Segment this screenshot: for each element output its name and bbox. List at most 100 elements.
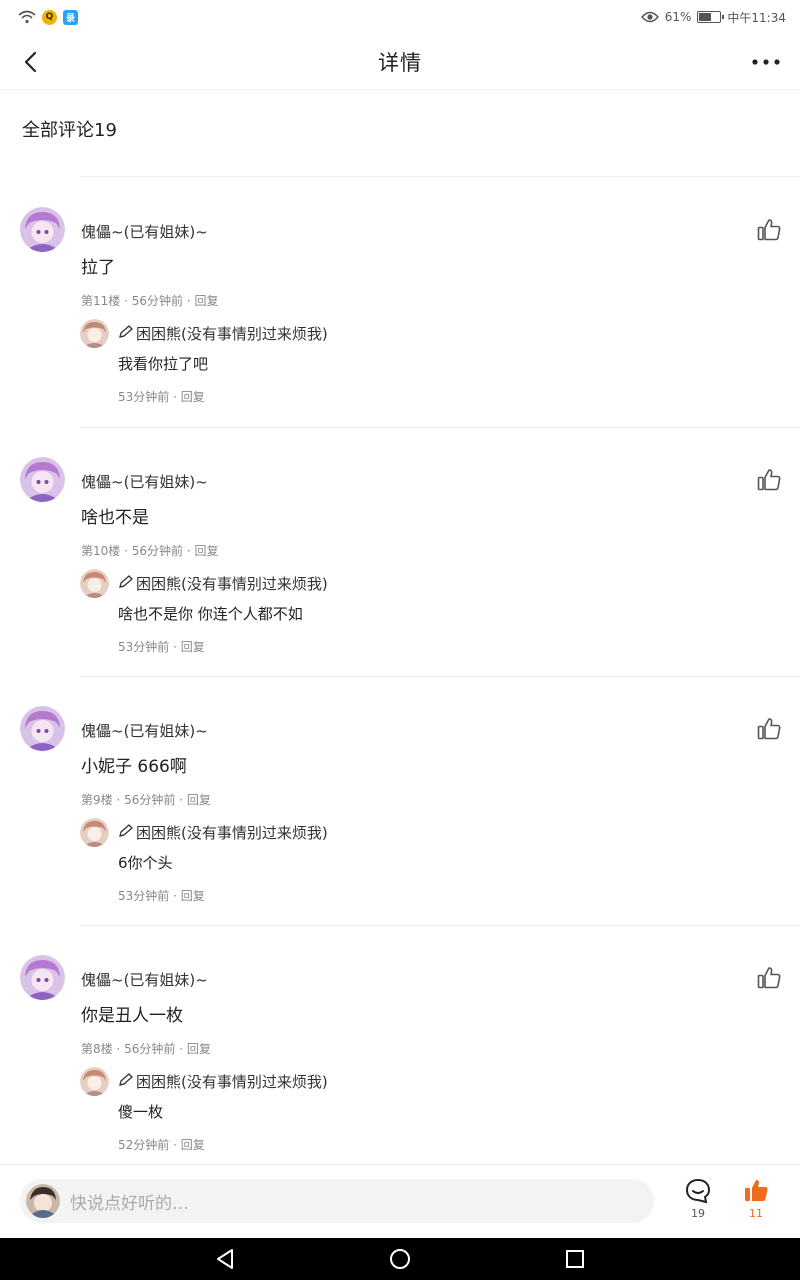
header: 详情 <box>0 34 800 90</box>
comment-item: 傀儡~(已有姐妹)~ 啥也不是第10楼 · 56分钟前 · 回复困困熊(没有事情别… <box>0 427 800 667</box>
replier-name-row: 困困熊(没有事情别过来烦我) <box>118 1071 328 1092</box>
like-button[interactable] <box>756 965 782 991</box>
comment-item: 傀儡~(已有姐妹)~ 小妮子 666啊第9楼 · 56分钟前 · 回复困困熊(没有… <box>0 676 800 916</box>
reply-link[interactable]: 回复 <box>187 1042 211 1056</box>
thumbs-up-icon <box>756 967 782 995</box>
comment-item: 傀儡~(已有姐妹)~ 你是丑人一枚第8楼 · 56分钟前 · 回复困困熊(没有事情… <box>0 925 800 1165</box>
reply-text: 6你个头 <box>118 854 173 872</box>
replier-avatar[interactable] <box>80 1067 109 1096</box>
like-count: 11 <box>749 1207 763 1220</box>
reply-time: 53分钟前 <box>118 390 170 404</box>
reply-text: 傻一枚 <box>118 1103 164 1121</box>
comment-time: 56分钟前 <box>131 544 184 558</box>
comment-count: 19 <box>691 1207 705 1220</box>
reply-text: 我看你拉了吧 <box>118 355 209 373</box>
comment-floor: 第8楼 <box>81 1042 113 1056</box>
commenter-avatar[interactable] <box>20 955 65 1000</box>
like-button[interactable] <box>756 217 782 243</box>
replier-avatar[interactable] <box>80 319 109 348</box>
reply-link[interactable]: 回复 <box>181 1138 205 1152</box>
commenter-avatar[interactable] <box>20 207 65 252</box>
battery-icon <box>697 11 725 23</box>
like-action-button[interactable]: 11 <box>736 1177 776 1227</box>
status-left: Q 录 <box>18 9 78 25</box>
replier-name[interactable]: 困困熊(没有事情别过来烦我) <box>136 573 328 594</box>
comment-text: 啥也不是 <box>81 508 149 528</box>
comment-time: 56分钟前 <box>124 793 176 807</box>
reply-link[interactable]: 回复 <box>187 793 211 807</box>
replier-avatar[interactable] <box>80 569 109 598</box>
replier-name-row: 困困熊(没有事情别过来烦我) <box>118 822 328 843</box>
reply-link[interactable]: 回复 <box>181 390 205 404</box>
reply-meta: 53分钟前 · 回复 <box>118 390 205 404</box>
reply-link[interactable]: 回复 <box>194 544 218 558</box>
like-button[interactable] <box>756 467 782 493</box>
thumbs-up-icon <box>756 718 782 746</box>
nav-recents-button[interactable] <box>563 1247 587 1271</box>
comment-item: 傀儡~(已有姐妹)~ 拉了第11楼 · 56分钟前 · 回复困困熊(没有事情别过来… <box>0 177 800 417</box>
back-arrow-icon <box>24 51 37 73</box>
comment-input[interactable]: 快说点好听的… <box>20 1179 654 1223</box>
commenter-avatar[interactable] <box>20 457 65 502</box>
commenter-name[interactable]: 傀儡~(已有姐妹)~ <box>81 221 208 242</box>
comment-meta: 第8楼 · 56分钟前 · 回复 <box>81 1042 211 1056</box>
commenter-name[interactable]: 傀儡~(已有姐妹)~ <box>81 969 208 990</box>
status-bar: Q 录 61% 中午11:34 <box>0 0 800 34</box>
reply-time: 53分钟前 <box>118 640 170 654</box>
wifi-icon <box>18 10 36 24</box>
reply-meta: 53分钟前 · 回复 <box>118 889 205 903</box>
reply-meta: 52分钟前 · 回复 <box>118 1138 205 1152</box>
comment-action-button[interactable]: 19 <box>678 1177 718 1227</box>
system-nav-bar <box>0 1238 800 1280</box>
comment-input-placeholder: 快说点好听的… <box>70 1193 189 1214</box>
like-button[interactable] <box>756 716 782 742</box>
reply-link[interactable]: 回复 <box>181 640 205 654</box>
more-options-button[interactable] <box>746 46 786 78</box>
back-button[interactable] <box>14 46 46 78</box>
app-blue-icon: 录 <box>63 9 78 25</box>
reply-time: 52分钟前 <box>118 1138 170 1152</box>
thumbs-up-filled-icon <box>745 1180 768 1201</box>
comment-meta: 第11楼 · 56分钟前 · 回复 <box>81 294 219 308</box>
triangle-back-icon <box>217 1249 233 1269</box>
comment-time: 56分钟前 <box>131 294 184 308</box>
comment-text: 小妮子 666啊 <box>81 757 187 777</box>
battery-fill <box>699 13 712 21</box>
pencil-icon <box>118 574 134 593</box>
commenter-avatar[interactable] <box>20 706 65 751</box>
replier-avatar[interactable] <box>80 818 109 847</box>
comment-meta: 第9楼 · 56分钟前 · 回复 <box>81 793 211 807</box>
thumbs-up-icon <box>756 469 782 497</box>
reply-meta: 53分钟前 · 回复 <box>118 640 205 654</box>
replier-name[interactable]: 困困熊(没有事情别过来烦我) <box>136 1071 328 1092</box>
replier-name-row: 困困熊(没有事情别过来烦我) <box>118 573 328 594</box>
comment-time: 56分钟前 <box>124 1042 176 1056</box>
square-recents-icon <box>566 1250 584 1268</box>
reply-time: 53分钟前 <box>118 889 170 903</box>
pencil-icon <box>118 1072 134 1091</box>
nav-back-button[interactable] <box>213 1247 237 1271</box>
comment-bubble-icon <box>685 1178 711 1204</box>
comment-meta: 第10楼 · 56分钟前 · 回复 <box>81 544 219 558</box>
comment-floor: 第10楼 <box>81 544 121 558</box>
reply-item: 困困熊(没有事情别过来烦我) 我看你拉了吧 53分钟前 · 回复 <box>80 317 780 417</box>
thumbs-up-icon <box>756 219 782 247</box>
status-time: 中午11:34 <box>727 10 786 25</box>
nav-home-button[interactable] <box>388 1247 412 1271</box>
pencil-icon <box>118 324 134 343</box>
replier-name[interactable]: 困困熊(没有事情别过来烦我) <box>136 323 328 344</box>
reply-text: 啥也不是你 你连个人都不如 <box>118 605 303 623</box>
comment-text: 拉了 <box>81 258 115 278</box>
circle-home-icon <box>390 1249 410 1269</box>
battery-percent: 61% <box>664 10 692 24</box>
status-right: 61% 中午11:34 <box>640 9 786 26</box>
commenter-name[interactable]: 傀儡~(已有姐妹)~ <box>81 720 208 741</box>
page-title: 详情 <box>378 50 422 75</box>
pencil-icon <box>118 823 134 842</box>
reply-item: 困困熊(没有事情别过来烦我) 傻一枚 52分钟前 · 回复 <box>80 1065 780 1165</box>
commenter-name[interactable]: 傀儡~(已有姐妹)~ <box>81 471 208 492</box>
comment-text: 你是丑人一枚 <box>81 1006 183 1026</box>
reply-link[interactable]: 回复 <box>194 294 218 308</box>
replier-name[interactable]: 困困熊(没有事情别过来烦我) <box>136 822 328 843</box>
reply-link[interactable]: 回复 <box>181 889 205 903</box>
